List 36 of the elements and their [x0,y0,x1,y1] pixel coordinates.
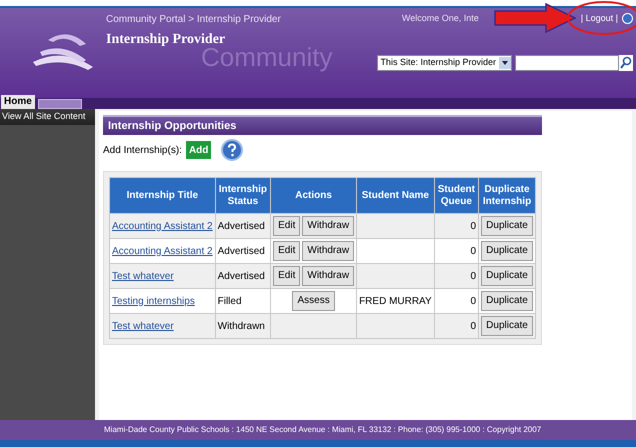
column-header: Internship Title [110,178,216,214]
add-button[interactable]: Add [186,141,212,159]
title-link[interactable]: Test whatever [110,314,216,338]
site-title: Internship Provider [106,31,226,47]
duplicate-button[interactable]: Duplicate [481,316,533,336]
welcome-text: Welcome One, Inte [402,12,479,25]
edit-button[interactable]: Edit [273,241,300,261]
table-cell: Withdrawn [215,314,271,338]
column-header: Duplicate Internship [478,178,536,214]
circle-annotation [566,0,636,36]
column-header: Internship Status [215,178,271,214]
duplicate-button[interactable]: Duplicate [481,291,533,311]
assess-button[interactable]: Assess [292,291,335,311]
scope-dropdown[interactable]: This Site: Internship Provider [377,54,512,70]
search-field[interactable] [515,54,619,70]
footer: Miami-Dade County Public Schools : 1450 NE Second Avenue : Miami, FL 33132 : Phone: (305) 995-1000 : Copyright 2007 [0,420,636,440]
add-label: Add Internship(s): [103,144,182,158]
withdraw-button[interactable]: Withdraw [302,216,354,236]
duplicate-button[interactable]: Duplicate [481,241,533,261]
withdraw-button[interactable]: Withdraw [302,241,354,261]
tab[interactable]: Home [1,95,35,109]
column-header: Actions [270,178,357,214]
table-cell: 0 [434,314,479,338]
column-header: Student Queue [434,178,479,214]
edit-button[interactable]: Edit [273,266,300,286]
sidebar-item[interactable]: View All Site Content [0,109,95,124]
breadcrumb: Community Portal > Internship Provider [106,13,282,27]
caret-icon [499,56,511,68]
column-header: Student Name [356,178,434,214]
search-icon[interactable] [619,54,633,70]
duplicate-button[interactable]: Duplicate [481,266,533,286]
help-icon[interactable] [221,139,244,161]
section-title: Internship Opportunities [108,118,236,134]
duplicate-button[interactable]: Duplicate [481,216,533,236]
withdraw-button[interactable]: Withdraw [302,266,354,286]
edit-button[interactable]: Edit [273,216,300,236]
